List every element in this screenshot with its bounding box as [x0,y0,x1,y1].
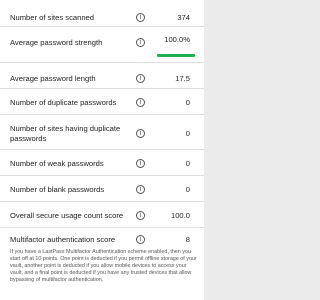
stat-value: 0 [185,185,190,194]
stat-value: 0 [185,129,190,138]
stat-value: 8 [185,235,190,244]
stat-value: 17.5 [175,74,190,83]
multifactor-footnote: If you have a LastPass Multifactor Authe… [10,249,197,283]
stat-label: Average password length [10,74,96,83]
stat-value: 0 [185,98,190,107]
stat-row-sites-duplicate-passwords: Number of sites having duplicate passwor… [0,115,204,150]
info-icon[interactable]: i [136,38,145,47]
stat-label: Average password strength [10,38,103,47]
stat-row-weak-passwords: Number of weak passwords i 0 [0,150,204,176]
security-stats-panel: Number of sites scanned i 374 Average pa… [0,0,204,300]
stat-label: Number of sites scanned [10,13,94,22]
stat-value: 0 [185,159,190,168]
stat-row-multifactor-score: Multifactor authentication score i 8 [0,228,204,248]
info-icon[interactable]: i [136,185,145,194]
stat-value: 100.0 [170,211,190,220]
stat-label: Number of duplicate passwords [10,98,117,107]
stat-value: 374 [177,13,190,22]
stat-row-password-strength: Average password strength i 100.0% [0,27,204,63]
info-icon[interactable]: i [136,235,145,244]
stat-label: Multifactor authentication score [10,235,116,244]
stat-label: Number of weak passwords [10,159,104,168]
stat-row-password-length: Average password length i 17.5 [0,63,204,89]
stat-row-blank-passwords: Number of blank passwords i 0 [0,176,204,202]
stat-value: 100.0% [164,35,190,44]
info-icon[interactable]: i [136,13,145,22]
stat-row-duplicate-passwords: Number of duplicate passwords i 0 [0,89,204,115]
info-icon[interactable]: i [136,74,145,83]
stat-label: Number of blank passwords [10,185,105,194]
info-icon[interactable]: i [136,159,145,168]
stat-row-sites-scanned: Number of sites scanned i 374 [0,0,204,27]
info-icon[interactable]: i [136,129,145,138]
stat-row-secure-usage-score: Overall secure usage count score i 100.0 [0,202,204,228]
strength-progress-bar [157,54,195,57]
stat-label: Number of sites having duplicate passwor… [10,124,121,143]
stat-label: Overall secure usage count score [10,211,124,220]
info-icon[interactable]: i [136,211,145,220]
info-icon[interactable]: i [136,98,145,107]
